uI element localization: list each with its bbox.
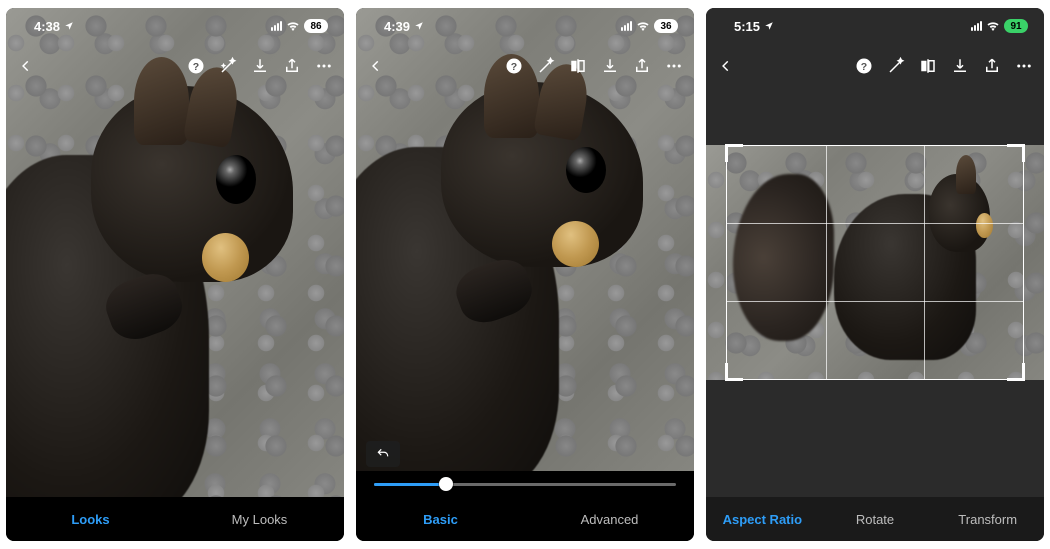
back-button[interactable] [16, 56, 36, 76]
signal-icon [271, 21, 282, 31]
status-time: 4:38 [34, 19, 60, 34]
battery-pill: 86 [304, 19, 328, 33]
tab-aspect-ratio[interactable]: Aspect Ratio [706, 500, 819, 539]
back-button[interactable] [716, 56, 736, 76]
location-icon [764, 19, 774, 34]
compare-icon[interactable] [568, 56, 588, 76]
grid-line [727, 301, 1022, 302]
tab-basic[interactable]: Basic [356, 500, 525, 539]
signal-icon [621, 21, 632, 31]
svg-text:?: ? [193, 61, 199, 73]
compare-icon[interactable] [918, 56, 938, 76]
adjustment-slider[interactable] [356, 471, 694, 497]
magic-wand-icon[interactable] [886, 56, 906, 76]
share-icon[interactable] [632, 56, 652, 76]
status-time: 5:15 [734, 19, 760, 34]
phone-screen-1: 4:38 86 ? [6, 8, 344, 541]
status-bar: 4:39 36 [356, 12, 694, 40]
wifi-icon [636, 19, 650, 34]
crop-handle-tr[interactable] [1007, 144, 1025, 162]
signal-icon [971, 21, 982, 31]
slider-thumb[interactable] [439, 477, 453, 491]
tab-transform[interactable]: Transform [931, 500, 1044, 539]
top-nav: ? [6, 48, 344, 84]
phone-screen-2: 4:39 36 ? [356, 8, 694, 541]
back-button[interactable] [366, 56, 386, 76]
crop-overlay[interactable] [726, 145, 1023, 380]
location-icon [64, 19, 74, 34]
download-icon[interactable] [950, 56, 970, 76]
tab-rotate[interactable]: Rotate [819, 500, 932, 539]
tab-my-looks[interactable]: My Looks [175, 500, 344, 539]
status-time: 4:39 [384, 19, 410, 34]
phone-screen-3: 5:15 91 ? [706, 8, 1044, 541]
tab-looks[interactable]: Looks [6, 500, 175, 539]
svg-text:?: ? [861, 61, 867, 73]
battery-pill: 36 [654, 19, 678, 33]
help-icon[interactable]: ? [186, 56, 206, 76]
more-icon[interactable] [1014, 56, 1034, 76]
magic-wand-icon[interactable] [218, 56, 238, 76]
magic-wand-icon[interactable] [536, 56, 556, 76]
wifi-icon [286, 19, 300, 34]
wifi-icon [986, 19, 1000, 34]
bottom-tab-bar: Aspect Ratio Rotate Transform [706, 497, 1044, 541]
battery-pill: 91 [1004, 19, 1028, 33]
tab-advanced[interactable]: Advanced [525, 500, 694, 539]
grid-line [924, 146, 925, 379]
share-icon[interactable] [982, 56, 1002, 76]
crop-handle-br[interactable] [1007, 363, 1025, 381]
top-nav: ? [706, 48, 1044, 84]
grid-line [727, 223, 1022, 224]
location-icon [414, 19, 424, 34]
more-icon[interactable] [314, 56, 334, 76]
download-icon[interactable] [600, 56, 620, 76]
undo-button[interactable] [366, 441, 400, 467]
share-icon[interactable] [282, 56, 302, 76]
more-icon[interactable] [664, 56, 684, 76]
bottom-tab-bar: Basic Advanced [356, 497, 694, 541]
slider-fill [374, 483, 446, 486]
slider-track[interactable] [374, 483, 676, 486]
bottom-tab-bar: Looks My Looks [6, 497, 344, 541]
svg-text:?: ? [511, 61, 517, 73]
status-bar: 4:38 86 [6, 12, 344, 40]
download-icon[interactable] [250, 56, 270, 76]
top-nav: ? [356, 48, 694, 84]
crop-handle-tl[interactable] [725, 144, 743, 162]
help-icon[interactable]: ? [854, 56, 874, 76]
help-icon[interactable]: ? [504, 56, 524, 76]
crop-handle-bl[interactable] [725, 363, 743, 381]
grid-line [826, 146, 827, 379]
status-bar: 5:15 91 [706, 12, 1044, 40]
